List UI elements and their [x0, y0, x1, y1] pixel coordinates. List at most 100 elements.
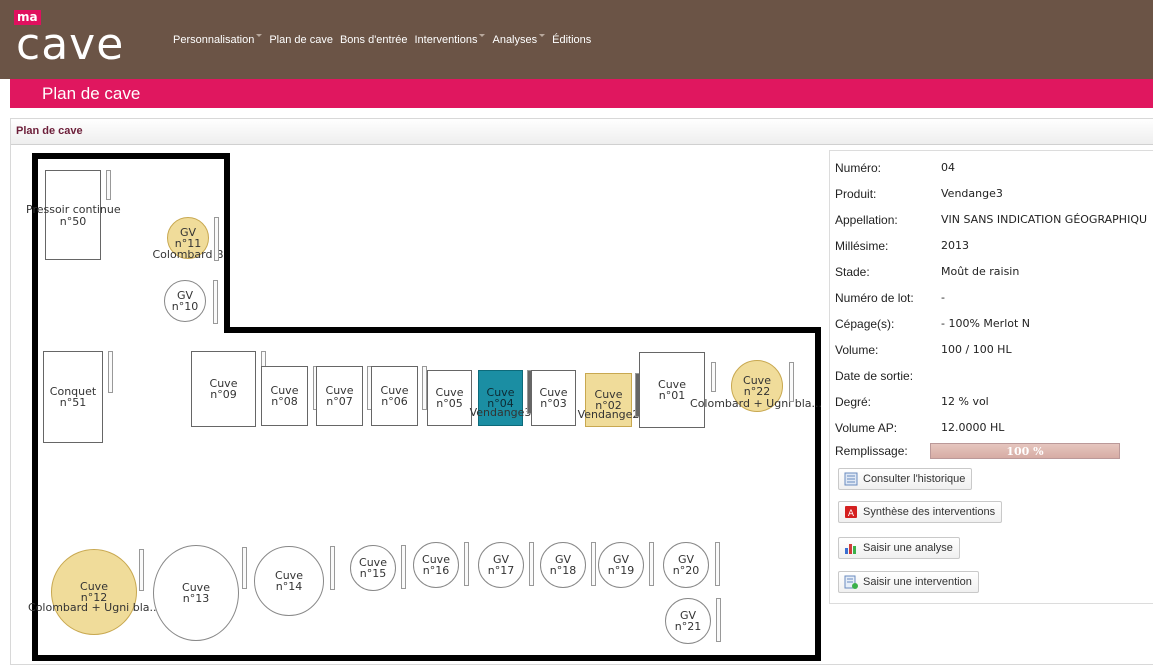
fill-gauge [789, 362, 794, 402]
tank-number: n°16 [422, 564, 450, 577]
tank-number: n°03 [540, 397, 567, 410]
fill-gauge [715, 542, 720, 586]
tank-01[interactable]: Cuve n°01 [639, 352, 705, 428]
tank-12[interactable]: Cuve n°12 Colombard + Ugni bla... [28, 549, 160, 635]
tank-13[interactable]: Cuve n°13 [153, 545, 239, 641]
tank-number: n°19 [607, 564, 635, 577]
tank-number: n°01 [658, 389, 686, 402]
detail-value: 12 % vol [941, 395, 989, 408]
tank-10[interactable]: GV n°10 [164, 280, 206, 322]
fill-gauge [139, 549, 144, 591]
tank-details-panel: Numéro: 04 Produit: Vendange3 Appellation:… [829, 150, 1153, 604]
fill-gauge [242, 547, 247, 589]
wall [32, 153, 229, 159]
enter-intervention-button[interactable]: Saisir une intervention [838, 571, 979, 593]
fill-gauge [213, 280, 218, 324]
button-label: Consulter l'historique [863, 473, 966, 485]
detail-value: VIN SANS INDICATION GÉOGRAPHIQU [941, 213, 1148, 226]
fill-gauge [108, 351, 113, 393]
fill-level-text: 100 % [1006, 445, 1044, 458]
detail-label: Appellation: [835, 213, 898, 227]
tank-18[interactable]: GV n°18 [540, 542, 586, 588]
tank-20[interactable]: GV n°20 [663, 542, 709, 588]
tank-product: Colombard + Ugni bla... [690, 397, 822, 410]
fill-gauge [106, 170, 111, 200]
tank-number: n°07 [326, 395, 353, 408]
detail-label: Volume AP: [835, 421, 898, 435]
view-history-button[interactable]: Consulter l'historique [838, 468, 973, 490]
interventions-summary-button[interactable]: A Synthèse des interventions [838, 501, 1003, 523]
tank-22[interactable]: Cuve n°22 Colombard + Ugni bla... [690, 360, 822, 412]
button-label: Saisir une analyse [863, 542, 953, 554]
detail-label: Cépage(s): [835, 317, 895, 331]
fill-gauge [649, 542, 654, 586]
fill-gauge [529, 542, 534, 586]
wall [224, 153, 230, 333]
tank-21[interactable]: GV n°21 [665, 598, 711, 644]
fill-gauge [711, 362, 716, 392]
tank-number: n°09 [210, 388, 237, 401]
tank-product: Colombard B [152, 248, 224, 261]
tank-07[interactable]: Cuve n°07 [316, 366, 363, 426]
detail-value: 12.0000 HL [941, 421, 1005, 434]
detail-label: Stade: [835, 265, 870, 279]
detail-label: Volume: [835, 343, 879, 357]
tank-04[interactable]: Cuve n°04 Vendange3 [470, 370, 531, 426]
button-label: Synthèse des interventions [863, 506, 996, 518]
cellar-map: Pressoir continue n°50 GV n°11 Colombard… [0, 0, 830, 665]
tank-03[interactable]: Cuve n°03 [531, 370, 576, 426]
detail-value: 04 [941, 161, 955, 174]
tank-number: n°50 [59, 215, 87, 228]
detail-value: 100 / 100 HL [941, 343, 1012, 356]
tank-05[interactable]: Cuve n°05 [427, 370, 472, 426]
tank-19[interactable]: GV n°19 [598, 542, 644, 588]
detail-value: - 100% Merlot N [941, 317, 1031, 330]
fill-gauge [716, 598, 721, 642]
tank-09[interactable]: Cuve n°09 [191, 351, 256, 427]
tank-50[interactable]: Pressoir continue n°50 [26, 170, 121, 260]
tank-number: n°20 [672, 564, 700, 577]
fill-gauge [330, 546, 335, 590]
wall [815, 327, 821, 661]
tank-17[interactable]: GV n°17 [478, 542, 524, 588]
tank-product: Vendange2 [577, 408, 640, 421]
pdf-icon: A [845, 506, 857, 519]
tank-number: n°21 [674, 620, 702, 633]
detail-label: Millésime: [835, 239, 889, 253]
tank-number: n°05 [436, 397, 463, 410]
tank-product: Colombard + Ugni bla... [28, 601, 160, 614]
tank-number: n°14 [275, 580, 303, 593]
bar-chart-icon [845, 544, 856, 554]
tank-number: n°51 [59, 396, 87, 409]
wall [32, 153, 38, 661]
tank-number: n°22 [743, 385, 771, 398]
detail-value: Vendange3 [941, 187, 1003, 200]
tank-number: n°17 [487, 564, 515, 577]
detail-label: Produit: [835, 187, 877, 201]
enter-analysis-button[interactable]: Saisir une analyse [838, 537, 960, 559]
tank-number: n°15 [359, 567, 387, 580]
tank-number: n°13 [182, 592, 210, 605]
tank-16[interactable]: Cuve n°16 [413, 542, 459, 588]
fill-level-bar: 100 % [930, 443, 1120, 459]
detail-value: - [941, 291, 945, 304]
button-label: Saisir une intervention [863, 576, 972, 588]
wall [224, 327, 821, 333]
tank-label: Pressoir continue [26, 203, 121, 216]
tank-06[interactable]: Cuve n°06 [371, 366, 418, 426]
detail-label: Numéro: [835, 161, 882, 175]
tank-15[interactable]: Cuve n°15 [350, 545, 396, 591]
tank-number: n°10 [171, 300, 199, 313]
tank-11[interactable]: GV n°11 Colombard B [153, 217, 224, 260]
tank-51[interactable]: Conquet n°51 [43, 351, 103, 443]
detail-label: Date de sortie: [835, 369, 914, 383]
tank-14[interactable]: Cuve n°14 [254, 546, 324, 616]
tank-08[interactable]: Cuve n°08 [261, 366, 308, 426]
tank-number: n°06 [381, 395, 408, 408]
detail-value: Moût de raisin [941, 265, 1020, 278]
tank-number: n°18 [549, 564, 577, 577]
history-icon [844, 472, 858, 486]
tank-02[interactable]: Cuve n°02 Vendange2 [578, 373, 639, 427]
fill-gauge [464, 542, 469, 586]
add-document-icon [844, 575, 858, 589]
